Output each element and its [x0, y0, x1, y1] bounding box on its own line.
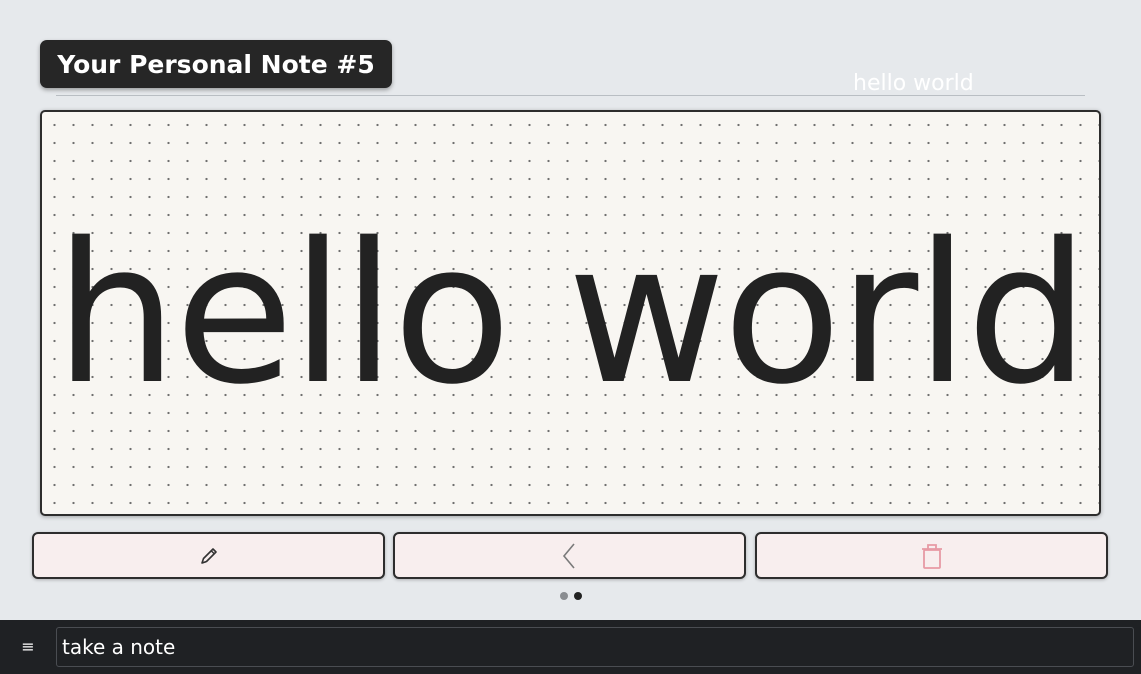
note-content: hello world — [54, 201, 1090, 427]
note-subtitle: hello world — [853, 71, 974, 96]
trash-icon — [920, 542, 944, 570]
edit-button[interactable] — [32, 532, 385, 579]
chevron-left-icon — [559, 542, 581, 570]
note-card: hello world — [40, 110, 1101, 516]
pencil-icon — [198, 545, 220, 567]
page-indicator — [560, 592, 582, 600]
take-note-input[interactable] — [56, 627, 1134, 667]
menu-icon[interactable]: ≡ — [18, 637, 38, 657]
delete-button[interactable] — [755, 532, 1108, 579]
page-title: Your Personal Note #5 — [57, 49, 375, 79]
page-dot-active[interactable] — [574, 592, 582, 600]
header-divider — [56, 95, 1085, 96]
note-title-badge: Your Personal Note #5 — [40, 40, 392, 88]
back-button[interactable] — [393, 532, 746, 579]
bottom-bar: ≡ — [0, 620, 1141, 674]
page-dot[interactable] — [560, 592, 568, 600]
